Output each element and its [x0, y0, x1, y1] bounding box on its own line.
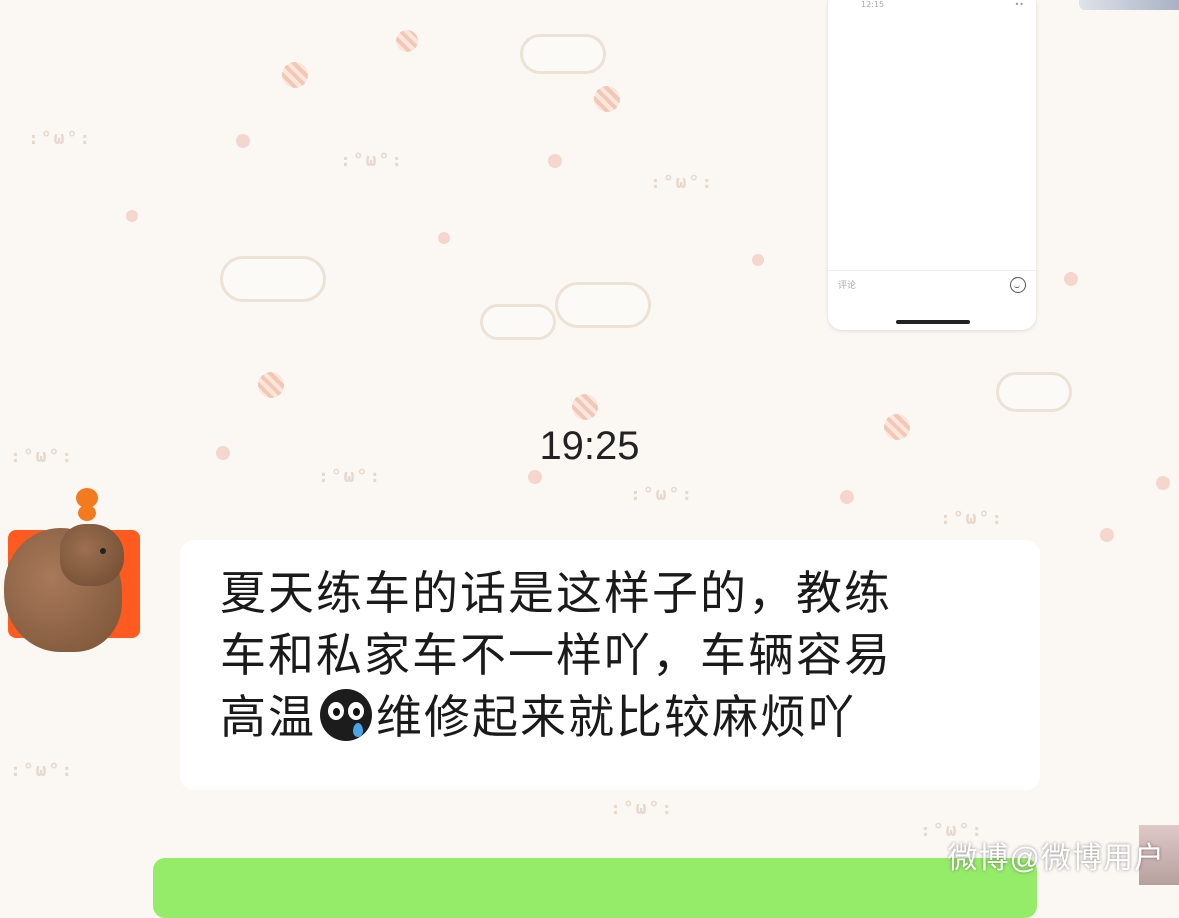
cloud-doodle [996, 372, 1072, 412]
dot-doodle [1064, 272, 1078, 286]
watermark: 微博@微博用户 [947, 842, 1165, 875]
capybara-eye [100, 548, 106, 554]
kaomoji-doodle: :°ω°: [650, 172, 715, 193]
incoming-message-text: 夏天练车的话是这样子的，教练 车和私家车不一样吖，车辆容易 高温 维修起来就比较麻… [220, 562, 1020, 748]
message-segment: 高温 [220, 690, 316, 744]
dot-doodle [1100, 528, 1114, 542]
kaomoji-doodle: :°ω°: [940, 508, 1005, 529]
outgoing-message-bubble[interactable] [153, 858, 1037, 918]
kaomoji-doodle: :°ω°: [10, 760, 75, 781]
smiley-icon[interactable] [1010, 276, 1026, 293]
ball-doodle [396, 30, 418, 52]
ball-doodle [572, 394, 598, 420]
capybara-head [60, 524, 124, 586]
crying-face-icon [320, 689, 372, 741]
dot-doodle [126, 210, 138, 222]
cloud-doodle [520, 34, 606, 74]
comment-input[interactable]: 评论 [838, 278, 856, 291]
partial-avatar [1079, 0, 1179, 10]
dot-doodle [1156, 476, 1170, 490]
dot-doodle [438, 232, 450, 244]
message-line: 高温 维修起来就比较麻烦吖 [220, 686, 1020, 748]
kaomoji-doodle: :°ω°: [340, 150, 405, 171]
dot-doodle [548, 154, 562, 168]
dot-doodle [528, 470, 542, 484]
kaomoji-doodle: :°ω°: [318, 466, 383, 487]
ball-doodle [282, 62, 308, 88]
cloud-doodle [555, 282, 651, 328]
embedded-screenshot[interactable]: 12:15 •• 评论 [828, 0, 1036, 330]
dot-doodle [236, 134, 250, 148]
message-timestamp: 19:25 [539, 424, 640, 468]
message-segment: 维修起来就比较麻烦吖 [376, 690, 856, 744]
kaomoji-doodle: :°ω°: [610, 798, 675, 819]
kaomoji-doodle: :°ω°: [28, 128, 93, 149]
status-time: 12:15 [861, 0, 885, 9]
dot-doodle [840, 490, 854, 504]
message-line: 车和私家车不一样吖，车辆容易 [220, 628, 892, 682]
ball-doodle [258, 372, 284, 398]
cloud-doodle [220, 256, 326, 302]
kaomoji-doodle: :°ω°: [630, 484, 695, 505]
home-indicator [896, 320, 970, 324]
message-line: 夏天练车的话是这样子的，教练 [220, 566, 892, 620]
comment-bar[interactable]: 评论 [828, 270, 1036, 298]
dot-doodle [752, 254, 764, 266]
more-menu-icon[interactable]: •• [1015, 0, 1024, 9]
cloud-doodle [480, 304, 556, 340]
ball-doodle [594, 86, 620, 112]
orange-bottom [78, 505, 96, 521]
